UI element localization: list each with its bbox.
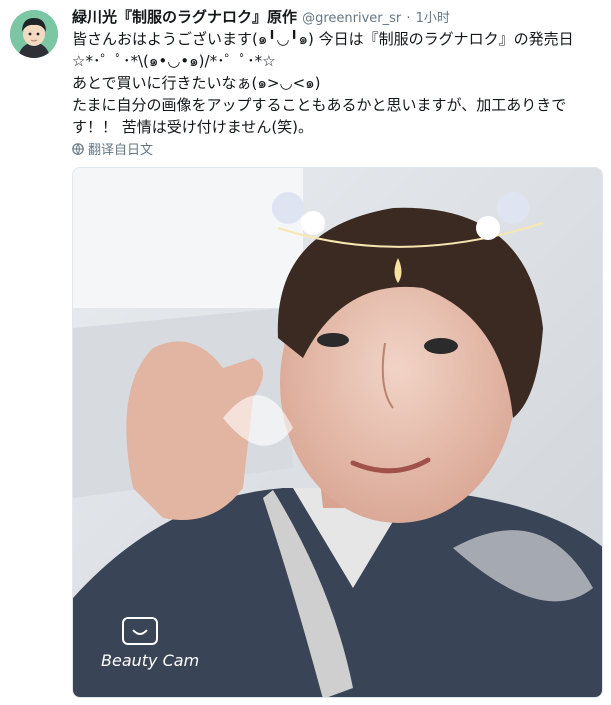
timestamp[interactable]: 1小时 bbox=[416, 11, 450, 26]
tweet-line: たまに自分の画像をアップすることもあるかと思いますが、加工ありきで bbox=[72, 96, 567, 114]
separator-dot: · bbox=[406, 11, 411, 26]
tweet-line: ☆*･゜ﾟ･*\(๑•◡•๑)/*･゜ﾟ･*☆ bbox=[72, 52, 276, 70]
avatar[interactable] bbox=[10, 10, 58, 58]
display-name[interactable]: 緑川光『制服のラグナロク』原作 bbox=[72, 8, 297, 26]
avatar-illustration bbox=[10, 10, 58, 58]
tweet-text: 皆さんおはようございます(๑╹◡╹๑) 今日は『制服のラグナロク』の発売日 ☆*… bbox=[72, 28, 592, 138]
user-handle[interactable]: @greenriver_sr bbox=[302, 11, 401, 26]
selfie-image: Beauty Cam bbox=[73, 168, 602, 697]
tweet-line: 皆さんおはようございます(๑╹◡╹๑) 今日は『制服のラグナロク』の発売日 bbox=[72, 30, 574, 48]
translate-link[interactable]: 翻译自日文 bbox=[72, 139, 153, 158]
tweet-header: 緑川光『制服のラグナロク』原作 @greenriver_sr · 1小时 bbox=[72, 6, 450, 27]
tweet-photo[interactable]: Beauty Cam bbox=[72, 167, 603, 698]
tweet-line: あとで買いに行きたいなぁ(๑>◡<๑) bbox=[72, 74, 321, 92]
beauty-cam-watermark: Beauty Cam bbox=[101, 651, 199, 670]
tweet-card: 緑川光『制服のラグナロク』原作 @greenriver_sr · 1小时 皆さん… bbox=[0, 0, 611, 705]
translate-label: 翻译自日文 bbox=[88, 143, 154, 158]
tweet-line: す！！ 苦情は受け付けません(笑)。 bbox=[72, 118, 314, 136]
globe-icon bbox=[72, 142, 84, 155]
